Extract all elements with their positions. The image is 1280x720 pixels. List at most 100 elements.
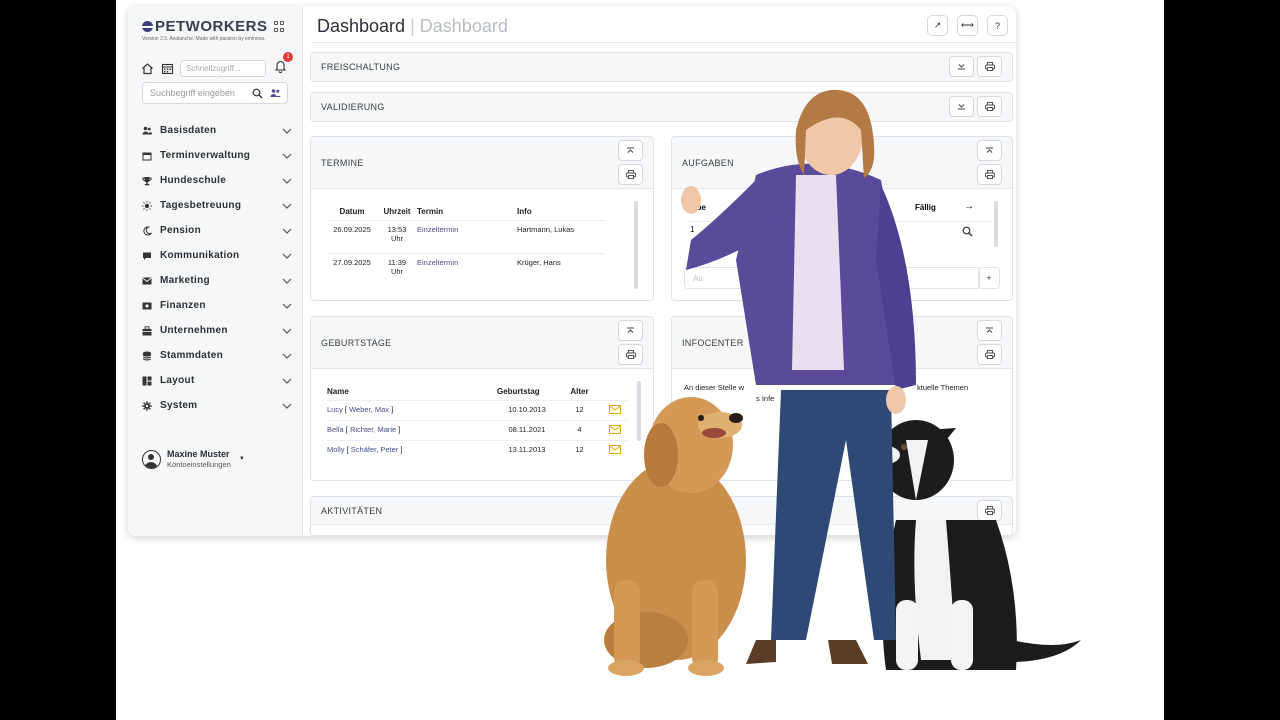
arrow-right-icon[interactable]: → xyxy=(964,201,974,212)
quick-access-input[interactable]: Schnellzugriff... xyxy=(180,59,266,77)
print-button[interactable] xyxy=(977,500,1002,521)
chevron-down-icon[interactable] xyxy=(282,351,292,361)
sidebar-item-layout[interactable]: Layout xyxy=(142,368,292,393)
user-search-icon[interactable] xyxy=(269,87,281,99)
collapse-button[interactable] xyxy=(949,96,974,117)
print-button[interactable] xyxy=(977,96,1002,117)
table-row[interactable]: 27.09.2025 11:39 Uhr Einzeltermin Krüger… xyxy=(327,253,605,287)
download-icon xyxy=(958,64,965,70)
column-header[interactable]: Geburtstag xyxy=(497,383,557,401)
gear-icon xyxy=(142,400,152,411)
panel-actions xyxy=(977,140,1002,185)
page-title-text: Dashboard xyxy=(317,16,406,36)
task-input[interactable]: Au xyxy=(684,267,980,289)
split-view-button[interactable]: ⟷ xyxy=(957,15,978,36)
print-button[interactable] xyxy=(977,56,1002,77)
search-icon[interactable] xyxy=(251,87,263,99)
chevron-down-icon[interactable] xyxy=(282,201,292,211)
building-icon xyxy=(142,325,152,336)
collapse-button[interactable] xyxy=(618,320,643,341)
sidebar-item-terminverwaltung[interactable]: Terminverwaltung xyxy=(142,143,292,168)
sidebar-item-pension[interactable]: Pension xyxy=(142,218,292,243)
chevron-down-icon[interactable] xyxy=(282,226,292,236)
sidebar-item-label: Stammdaten xyxy=(160,350,224,361)
pet-link[interactable]: Molly xyxy=(327,445,345,454)
column-header[interactable]: Alter xyxy=(557,383,602,401)
sidebar-item-finanzen[interactable]: Finanzen xyxy=(142,293,292,318)
print-button[interactable] xyxy=(977,344,1002,365)
sidebar-item-tagesbetreuung[interactable]: Tagesbetreuung xyxy=(142,193,292,218)
table-row[interactable]: Bella [ Richter, Marie ] 08.11.2021 4 xyxy=(327,420,627,441)
column-header[interactable]: Datum xyxy=(327,203,377,221)
sidebar-item-stammdaten[interactable]: Stammdaten xyxy=(142,343,292,368)
table-row[interactable]: 26.09.2025 13:53 Uhr Einzeltermin Hartma… xyxy=(327,220,605,254)
chevron-down-icon[interactable] xyxy=(282,251,292,261)
aufgaben-row[interactable]: 1 xyxy=(690,225,694,234)
brand-name: PETWORKERS xyxy=(155,18,268,35)
sidebar-item-system[interactable]: System xyxy=(142,393,292,418)
panel-infocenter: INFOCENTER An dieser Stelle w ktuelle Th… xyxy=(671,316,1013,481)
chevron-down-icon[interactable] xyxy=(282,401,292,411)
table-row[interactable]: Molly [ Schäfer, Peter ] 13.11.2013 12 xyxy=(327,440,627,460)
chevron-down-icon[interactable] xyxy=(282,276,292,286)
sidebar-item-basisdaten[interactable]: Basisdaten xyxy=(142,118,292,143)
owner-link[interactable]: Weber, Max xyxy=(349,405,389,414)
birthdays-table: Name Geburtstag Alter Lucy [ Weber, Max ] … xyxy=(327,383,627,460)
search-box[interactable]: Suchbegriff eingeben xyxy=(142,82,288,104)
pet-link[interactable]: Bella xyxy=(327,425,344,434)
column-header[interactable]: Name xyxy=(327,383,497,401)
chevron-down-icon[interactable] xyxy=(282,126,292,136)
external-link-button[interactable]: ↗ xyxy=(927,15,948,36)
mail-icon[interactable] xyxy=(602,400,627,421)
collapse-button[interactable] xyxy=(618,140,643,161)
search-input[interactable]: Suchbegriff eingeben xyxy=(143,88,251,98)
cell-info: Krüger, Hans xyxy=(517,253,605,287)
owner-link[interactable]: Richter, Marie xyxy=(350,425,396,434)
column-header[interactable]: Uhrzeit xyxy=(377,203,417,221)
chevron-down-icon[interactable] xyxy=(282,326,292,336)
pet-link[interactable]: Lucy xyxy=(327,405,343,414)
collapse-button[interactable] xyxy=(977,140,1002,161)
chevron-down-icon[interactable] xyxy=(282,176,292,186)
panel-title: TERMINE xyxy=(321,157,364,168)
search-icon[interactable] xyxy=(962,224,973,242)
chevron-down-icon[interactable] xyxy=(282,301,292,311)
collapse-button[interactable] xyxy=(977,320,1002,341)
column-header[interactable]: Termin xyxy=(417,203,517,221)
owner-link[interactable]: Schäfer, Peter xyxy=(351,445,399,454)
cell-appointment-link[interactable]: Einzeltermin xyxy=(417,220,517,254)
scrollbar[interactable] xyxy=(994,201,998,247)
account-settings-link[interactable]: Kontoeinstellungen xyxy=(167,460,231,469)
add-task-button[interactable]: + xyxy=(978,267,1000,289)
chevron-down-icon[interactable] xyxy=(282,376,292,386)
calendar-icon[interactable] xyxy=(160,61,174,75)
sidebar-item-hundeschule[interactable]: Hundeschule xyxy=(142,168,292,193)
mail-icon[interactable] xyxy=(602,440,627,460)
scrollbar[interactable] xyxy=(634,201,638,289)
cell-appointment-link[interactable]: Einzeltermin xyxy=(417,253,517,287)
avatar[interactable] xyxy=(142,449,161,469)
print-button[interactable] xyxy=(618,344,643,365)
column-header[interactable]: Info xyxy=(517,203,605,221)
home-icon[interactable] xyxy=(140,61,154,75)
scrollbar[interactable] xyxy=(637,381,641,441)
user-menu[interactable]: Maxine Muster Kontoeinstellungen ▼ xyxy=(142,449,245,469)
help-button[interactable]: ? xyxy=(987,15,1008,36)
caret-down-icon[interactable]: ▼ xyxy=(239,456,245,462)
panel-actions xyxy=(977,500,1002,521)
chevron-down-icon[interactable] xyxy=(282,151,292,161)
infocenter-text-right: ktuelle Themen xyxy=(917,383,969,392)
print-button[interactable] xyxy=(977,164,1002,185)
collapse-button[interactable] xyxy=(949,56,974,77)
calendar-icon xyxy=(142,151,152,161)
sidebar-item-kommunikation[interactable]: Kommunikation xyxy=(142,243,292,268)
mail-icon[interactable] xyxy=(602,420,627,441)
sidebar-item-unternehmen[interactable]: Unternehmen xyxy=(142,318,292,343)
sidebar-item-marketing[interactable]: Marketing xyxy=(142,268,292,293)
panel-header: VALIDIERUNG xyxy=(311,93,1012,121)
apps-grid-icon[interactable] xyxy=(273,21,285,32)
notifications-bell[interactable]: 1 xyxy=(274,51,293,78)
brand-logo[interactable]: PETWORKERS xyxy=(142,18,285,35)
table-row[interactable]: Lucy [ Weber, Max ] 10.10.2013 12 xyxy=(327,400,627,421)
print-button[interactable] xyxy=(618,164,643,185)
